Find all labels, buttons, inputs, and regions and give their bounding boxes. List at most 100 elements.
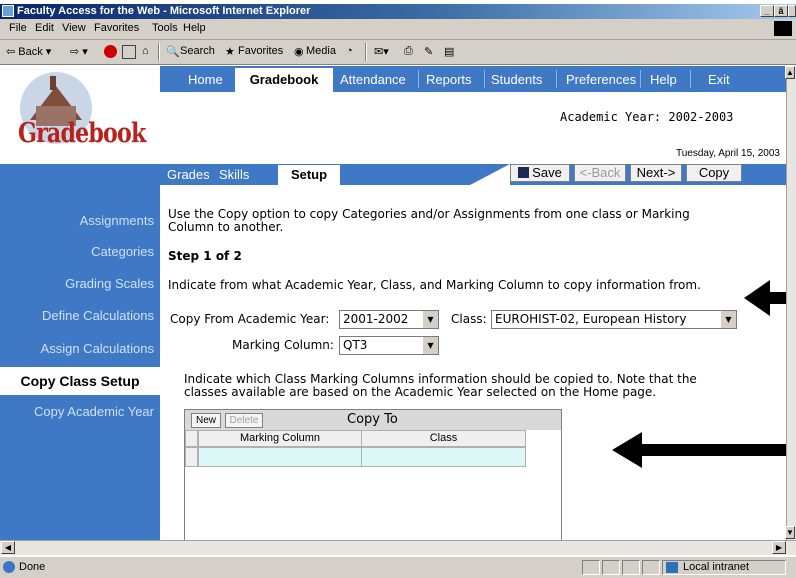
edit-icon[interactable]: ✎ <box>424 45 433 58</box>
nav-separator <box>690 70 691 88</box>
next-button[interactable]: Next-> <box>630 164 682 182</box>
title-bar: Faculty Access for the Web - Microsoft I… <box>0 4 796 19</box>
chevron-down-icon[interactable]: ▼ <box>422 311 438 328</box>
stop-icon[interactable] <box>104 45 117 58</box>
status-panel <box>642 560 660 575</box>
class-label: Class: <box>451 312 487 326</box>
intro-text-line1: Use the Copy option to copy Categories a… <box>168 207 690 221</box>
save-button[interactable]: Save <box>510 164 570 182</box>
sidebar-item-copy-academic-year[interactable]: Copy Academic Year <box>34 404 154 419</box>
intranet-icon <box>666 562 678 573</box>
main-nav: Home Gradebook Attendance Reports Studen… <box>160 66 786 92</box>
discuss-icon[interactable]: ▤ <box>444 45 454 58</box>
menu-help[interactable]: Help <box>183 22 206 34</box>
cell-marking-column[interactable] <box>198 447 362 467</box>
browser-toolbar: ⇦ Back ▾ ⇨ ▾ ⌂ 🔍 Search ★ Favorites ◉ Me… <box>0 40 796 65</box>
menu-tools[interactable]: Tools <box>152 22 178 34</box>
chevron-down-icon[interactable]: ▼ <box>422 337 438 354</box>
media-button[interactable]: Media <box>306 45 336 57</box>
restore-button[interactable]: ã <box>774 5 788 17</box>
scroll-right-icon[interactable]: ▶ <box>772 541 786 554</box>
indicate-from-text: Indicate from what Academic Year, Class,… <box>168 278 701 292</box>
tab-grades[interactable]: Grades <box>167 167 210 182</box>
left-sidebar: Assignments Categories Grading Scales De… <box>0 185 160 540</box>
favorites-button[interactable]: Favorites <box>238 45 283 57</box>
class-select[interactable]: EUROHIST-02, European History ▼ <box>491 310 737 329</box>
favorites-icon: ★ <box>225 46 235 58</box>
annotation-arrow-2 <box>612 432 786 468</box>
marking-column-select[interactable]: QT3 ▼ <box>339 336 439 355</box>
indicate-to-line1: Indicate which Class Marking Columns inf… <box>184 372 697 386</box>
sidebar-item-define-calculations[interactable]: Define Calculations <box>42 308 154 323</box>
step-label: Step 1 of 2 <box>168 249 242 263</box>
sidebar-item-copy-class-setup[interactable]: Copy Class Setup <box>0 367 160 395</box>
back-nav-button[interactable]: <-Back <box>574 164 626 182</box>
status-panel <box>622 560 640 575</box>
horizontal-scrollbar[interactable]: ◀ ▶ <box>0 540 796 555</box>
indicate-to-line2: classes available are based on the Acade… <box>184 385 657 399</box>
zone-text: Local intranet <box>683 561 750 573</box>
search-icon: 🔍 <box>166 46 180 58</box>
close-button[interactable] <box>788 5 796 17</box>
nav-gradebook[interactable]: Gradebook <box>235 68 333 92</box>
column-header-class: Class <box>361 430 526 447</box>
mail-icon[interactable]: ✉▾ <box>374 45 389 58</box>
menu-file[interactable]: File <box>9 22 27 34</box>
copy-to-title: Copy To <box>347 412 398 427</box>
scroll-left-icon[interactable]: ◀ <box>1 541 15 554</box>
menu-favorites[interactable]: Favorites <box>94 22 139 34</box>
class-value: EUROHIST-02, European History <box>495 312 687 326</box>
disk-icon <box>518 167 530 178</box>
status-panel <box>582 560 600 575</box>
sidebar-item-assign-calculations[interactable]: Assign Calculations <box>41 341 154 356</box>
nav-exit[interactable]: Exit <box>708 72 730 87</box>
sidebar-item-assignments[interactable]: Assignments <box>80 213 154 228</box>
zone-panel: Local intranet <box>662 560 786 575</box>
search-button[interactable]: Search <box>180 45 215 57</box>
gradebook-logo: Gradebook <box>0 66 160 166</box>
vertical-scrollbar[interactable]: ▲ ▼ <box>785 66 796 540</box>
back-button[interactable]: ⇦ Back ▾ <box>6 45 51 58</box>
sidebar-item-grading-scales[interactable]: Grading Scales <box>65 276 154 291</box>
sidebar-item-categories[interactable]: Categories <box>91 244 154 259</box>
nav-help[interactable]: Help <box>650 72 677 87</box>
menu-view[interactable]: View <box>62 22 86 34</box>
cell-class[interactable] <box>361 447 526 467</box>
status-panel <box>602 560 620 575</box>
nav-home[interactable]: Home <box>188 72 223 87</box>
refresh-icon[interactable] <box>122 45 136 59</box>
nav-reports[interactable]: Reports <box>426 72 472 87</box>
windows-logo-icon <box>774 21 792 36</box>
nav-students[interactable]: Students <box>491 72 542 87</box>
home-icon[interactable]: ⌂ <box>142 45 149 57</box>
scroll-down-icon[interactable]: ▼ <box>785 526 795 539</box>
row-selector[interactable] <box>185 447 198 467</box>
copy-from-year-select[interactable]: 2001-2002 ▼ <box>339 310 439 329</box>
tab-skills[interactable]: Skills <box>219 167 249 182</box>
sub-nav: Grades Skills Setup Save <-Back Next-> C… <box>0 164 786 185</box>
tab-setup[interactable]: Setup <box>278 165 340 185</box>
status-bar: Done Local intranet <box>0 556 796 578</box>
print-icon[interactable]: ⎙ <box>404 45 413 58</box>
menu-edit[interactable]: Edit <box>35 22 54 34</box>
forward-button[interactable]: ⇨ ▾ <box>70 45 88 58</box>
schoolhouse-icon <box>20 72 92 144</box>
copy-button[interactable]: Copy <box>686 164 742 182</box>
toolbar-separator <box>158 43 160 61</box>
nav-preferences[interactable]: Preferences <box>566 72 636 87</box>
logo-text: Gradebook <box>18 118 146 149</box>
minimize-button[interactable]: _ <box>760 5 774 17</box>
marking-column-value: QT3 <box>343 338 368 352</box>
nav-separator <box>556 70 557 88</box>
delete-button[interactable]: Delete <box>225 413 263 428</box>
history-icon[interactable]: ◔ <box>346 45 353 57</box>
status-text: Done <box>19 561 46 573</box>
nav-separator <box>484 70 485 88</box>
tab-slant <box>470 164 510 185</box>
menu-bar: File Edit View Favorites Tools Help <box>0 19 796 40</box>
window-title: Faculty Access for the Web - Microsoft I… <box>17 5 311 17</box>
new-button[interactable]: New <box>191 413 221 428</box>
scroll-up-icon[interactable]: ▲ <box>785 66 795 79</box>
chevron-down-icon[interactable]: ▼ <box>720 311 736 328</box>
nav-attendance[interactable]: Attendance <box>340 72 406 87</box>
